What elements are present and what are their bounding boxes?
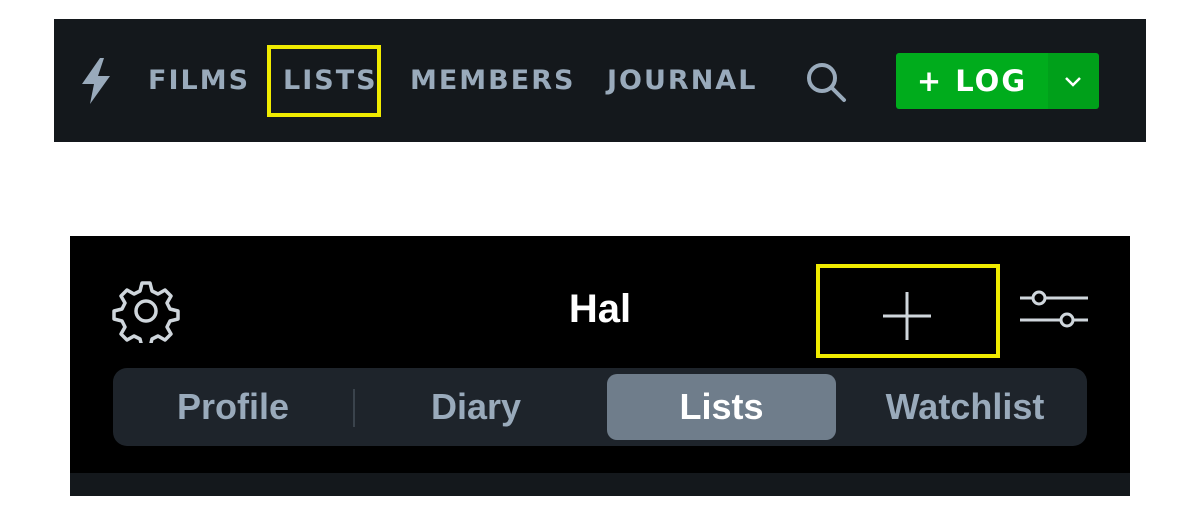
sliders-icon[interactable] <box>1018 290 1090 330</box>
tab-lists[interactable]: Lists <box>607 374 836 440</box>
tab-divider <box>353 389 355 427</box>
tab-watchlist[interactable]: Watchlist <box>840 368 1090 446</box>
gear-icon[interactable] <box>112 279 180 343</box>
tab-diary[interactable]: Diary <box>356 368 596 446</box>
chevron-down-icon <box>1065 77 1081 87</box>
lists-highlight-box <box>267 45 381 117</box>
nav-members[interactable]: MEMBERS <box>410 64 575 98</box>
page-title: Hal <box>568 287 632 331</box>
tab-profile[interactable]: Profile <box>113 368 353 446</box>
nav-films[interactable]: FILMS <box>148 64 250 98</box>
add-highlight-box <box>816 264 1000 358</box>
log-dropdown-button[interactable] <box>1048 53 1099 109</box>
content-divider <box>70 473 1130 496</box>
search-icon[interactable] <box>805 61 847 103</box>
bolt-icon[interactable] <box>80 58 114 104</box>
log-button[interactable]: + LOG <box>896 53 1048 109</box>
nav-journal[interactable]: JOURNAL <box>607 64 757 98</box>
